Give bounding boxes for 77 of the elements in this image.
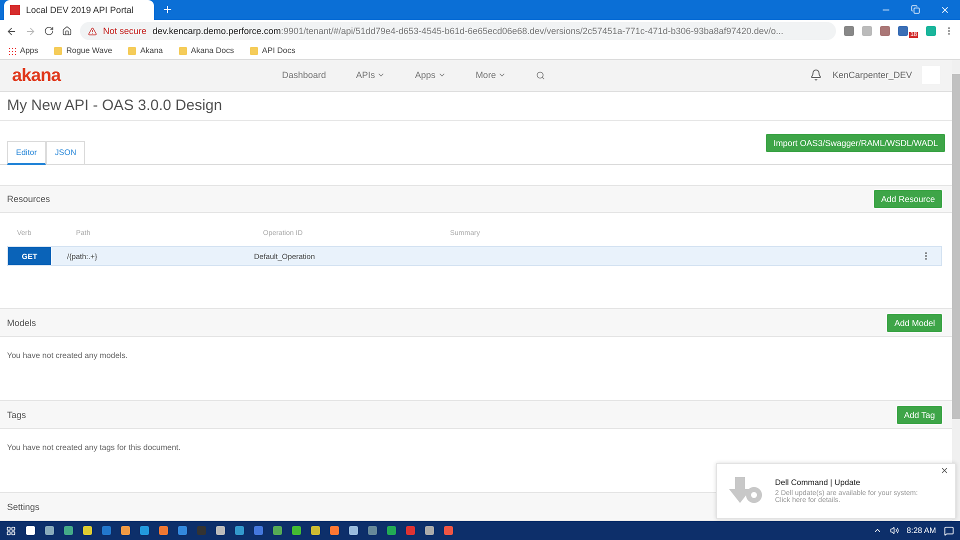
nav-link[interactable]: APIs	[356, 70, 376, 80]
folder-icon	[128, 46, 136, 54]
taskbar-app-icon[interactable]	[45, 526, 54, 535]
taskbar-app-icon[interactable]	[387, 526, 396, 535]
empty-message: You have not created any tags for this document.	[7, 443, 181, 452]
taskbar-app-icon[interactable]	[311, 526, 320, 535]
tray-chevron-icon[interactable]	[872, 526, 882, 535]
address-bar[interactable]: Not secure dev.kencarp.demo.perforce.com:9901/tenant/#/api/51dd79e4-d653-4545-b61d-6e65ecd06e68.dev/versions/2c57451a-771c-471d-b306-93ba8af97420.dev/o...	[80, 22, 836, 40]
add-button[interactable]: Add Resource	[874, 190, 942, 208]
taskbar-app-icon[interactable]	[26, 526, 35, 535]
taskbar-app-icon[interactable]	[159, 526, 168, 535]
bell-icon[interactable]	[810, 69, 822, 82]
bookmark[interactable]: Apps	[8, 46, 38, 55]
folder-icon	[250, 46, 258, 54]
close-icon[interactable]	[940, 466, 949, 475]
warning-icon	[88, 26, 97, 36]
section-title: Settings	[7, 502, 40, 512]
taskbar-app-icon[interactable]	[178, 526, 187, 535]
favicon-icon	[10, 5, 20, 15]
home-icon[interactable]	[62, 26, 72, 36]
nav-link[interactable]: More	[476, 70, 496, 80]
start-icon[interactable]	[6, 526, 16, 536]
nav-link[interactable]: Dashboard	[282, 70, 326, 80]
search-icon[interactable]	[536, 70, 546, 80]
security-warning: Not secure	[103, 26, 147, 36]
bookmark[interactable]: Akana	[128, 46, 163, 55]
back-icon[interactable]	[6, 26, 17, 36]
taskbar-app-icon[interactable]	[406, 526, 415, 535]
folder-icon	[54, 46, 62, 54]
page-title: My New API - OAS 3.0.0 Design	[0, 92, 952, 121]
reload-icon[interactable]	[44, 26, 54, 36]
taskbar-app-icon[interactable]	[368, 526, 377, 535]
clock[interactable]: 8:28 AM	[906, 526, 936, 535]
forward-icon[interactable]	[25, 26, 36, 36]
taskbar-app-icon[interactable]	[64, 526, 73, 535]
tab[interactable]: Editor	[7, 140, 46, 165]
extension-icon[interactable]	[898, 26, 908, 36]
taskbar-app-icon[interactable]	[425, 526, 434, 535]
taskbar-app-icon[interactable]	[349, 526, 358, 535]
taskbar-app-icon[interactable]	[140, 526, 149, 535]
tab-title: Local DEV 2019 API Portal	[26, 5, 134, 15]
folder-icon	[178, 46, 187, 54]
add-button[interactable]: Add Model	[887, 314, 942, 332]
bookmark[interactable]: Akana Docs	[178, 46, 234, 55]
browser-tab[interactable]: Local DEV 2019 API Portal	[4, 0, 154, 20]
notification-title: Dell Command | Update	[775, 478, 862, 487]
section-title: Models	[7, 318, 36, 328]
taskbar-app-icon[interactable]	[216, 526, 225, 535]
logo[interactable]: akana	[12, 64, 282, 86]
url-text: dev.kencarp.demo.perforce.com:9901/tenant/#/api/51dd79e4-d653-4545-b61d-6e65ecd06e68.dev/versions/2c57451a-771c-471d-b306-93ba8af97420.dev/o...	[152, 26, 784, 36]
taskbar-app-icon[interactable]	[292, 526, 301, 535]
taskbar-app-icon[interactable]	[254, 526, 263, 535]
tab[interactable]: JSON	[46, 140, 86, 165]
section-title: Resources	[7, 194, 50, 204]
taskbar-app-icon[interactable]	[273, 526, 282, 535]
taskbar-app-icon[interactable]	[444, 526, 453, 535]
taskbar-app-icon[interactable]	[330, 526, 339, 535]
bookmark[interactable]: Rogue Wave	[54, 46, 112, 55]
empty-message: You have not created any models.	[7, 351, 128, 360]
section-title: Tags	[7, 410, 26, 420]
bookmark[interactable]: API Docs	[250, 46, 296, 55]
nav-link[interactable]: Apps	[415, 70, 436, 80]
new-tab-icon[interactable]	[162, 4, 173, 15]
extension-icon[interactable]	[844, 26, 854, 36]
extension-icon[interactable]	[880, 26, 890, 36]
scrollbar-thumb[interactable]	[952, 74, 960, 419]
close-icon[interactable]	[940, 5, 950, 15]
add-button[interactable]: Add Tag	[896, 406, 942, 424]
user-name[interactable]: KenCarpenter_DEV	[832, 70, 912, 80]
taskbar-app-icon[interactable]	[83, 526, 92, 535]
action-center-icon[interactable]	[944, 526, 954, 536]
taskbar-app-icon[interactable]	[121, 526, 130, 535]
taskbar-app-icon[interactable]	[102, 526, 111, 535]
restore-icon[interactable]	[911, 5, 920, 14]
volume-icon[interactable]	[890, 526, 899, 535]
import-button[interactable]: Import OAS3/Swagger/RAML/WSDL/WADL	[766, 134, 945, 152]
taskbar-app-icon[interactable]	[235, 526, 244, 535]
